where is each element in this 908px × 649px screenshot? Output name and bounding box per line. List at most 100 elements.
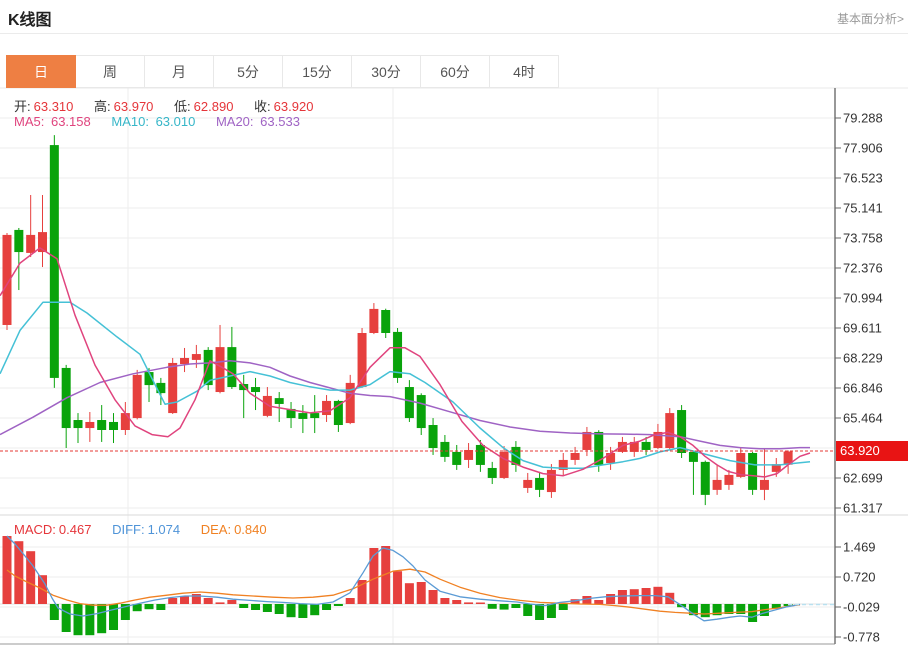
macd-hist-bar (61, 604, 71, 632)
candle-body (688, 451, 698, 462)
candle-body (369, 308, 379, 334)
macd-hist-bar (617, 590, 627, 604)
macd-hist-bar (14, 541, 24, 604)
candle-body (14, 229, 24, 253)
candle-body (132, 374, 142, 419)
macd-hist-bar (274, 604, 284, 614)
macd-hist-bar (393, 571, 403, 604)
macd-hist-bar (203, 598, 213, 604)
macd-hist-bar (97, 604, 107, 634)
macd-hist-bar (345, 598, 355, 604)
macd-tick-label: -0.029 (843, 600, 880, 615)
macd-hist-bar (404, 583, 414, 604)
macd-hist-bar (239, 604, 249, 608)
macd-tick-label: -0.778 (843, 630, 880, 645)
macd-hist-bar (606, 594, 616, 604)
price-tick-label: 75.141 (843, 201, 883, 216)
macd-hist-bar (310, 604, 320, 616)
candle-body (428, 425, 438, 449)
candle-body (546, 469, 556, 493)
macd-hist-bar (286, 604, 296, 618)
macd-hist-bar (440, 598, 450, 604)
price-tick-label: 61.317 (843, 501, 883, 516)
candle-body (487, 467, 497, 478)
macd-hist-bar (428, 590, 438, 604)
price-tick-label: 68.229 (843, 351, 883, 366)
candle-body (700, 461, 710, 495)
candle-body (665, 413, 675, 449)
candle-body (180, 357, 190, 365)
candle-body (215, 347, 225, 393)
candle-body (617, 441, 627, 452)
macd-hist-bar (322, 604, 332, 610)
macd-hist-bar (168, 598, 178, 604)
candle-body (606, 453, 616, 463)
candle-body (570, 453, 580, 460)
macd-hist-bar (109, 604, 119, 630)
macd-hist-bar (535, 604, 545, 620)
kline-chart-canvas[interactable]: 79.288 77.906 76.523 75.141 73.758 72.376 70.9… (0, 0, 908, 649)
candle-body (724, 474, 734, 485)
candle-body (191, 354, 201, 360)
current-price-tag: 63.920 (836, 441, 908, 461)
price-tick-label: 77.906 (843, 141, 883, 156)
candle-body (440, 441, 450, 457)
candle-body (748, 453, 758, 490)
macd-hist-bar (748, 604, 758, 622)
price-tick-label: 79.288 (843, 111, 883, 126)
macd-tick-label: 1.469 (843, 540, 876, 555)
macd-hist-bar (156, 604, 166, 610)
macd-hist-bar (594, 600, 604, 604)
ma10-line (0, 301, 811, 469)
candle-body (641, 441, 651, 450)
macd-hist-bar (251, 604, 261, 610)
candle-body (416, 395, 426, 429)
macd-hist-bar (180, 596, 190, 604)
macd-hist-bar (262, 604, 272, 612)
candle-body (322, 400, 332, 416)
price-tick-label: 69.611 (843, 321, 882, 336)
candle-body (475, 444, 485, 465)
candle-body (227, 347, 237, 388)
candle-body (535, 477, 545, 490)
macd-hist-bar (475, 602, 485, 604)
macd-hist-bar (629, 589, 639, 604)
price-tick-label: 65.464 (843, 411, 883, 426)
macd-hist-bar (464, 602, 474, 604)
macd-hist-bar (499, 604, 509, 610)
candle-body (168, 362, 178, 414)
price-tick-label: 73.758 (843, 231, 883, 246)
macd-hist-bar (298, 604, 308, 618)
macd-hist-bar (487, 604, 497, 609)
macd-hist-bar (700, 604, 710, 618)
price-tick-label: 66.846 (843, 381, 883, 396)
candle-body (298, 413, 308, 419)
candle-body (759, 479, 769, 490)
candle-body (712, 479, 722, 490)
candle-body (85, 421, 95, 429)
candle-body (393, 331, 403, 378)
candle-body (381, 310, 391, 334)
macd-hist-bar (511, 604, 521, 608)
ma5-line (0, 247, 811, 478)
macd-hist-bar (416, 582, 426, 604)
macd-hist-bar (73, 604, 83, 636)
candle-body (109, 421, 119, 430)
price-tick-label: 62.699 (843, 471, 883, 486)
candle-body (452, 451, 462, 465)
candle-body (499, 451, 509, 478)
candle-body (156, 382, 166, 394)
candle-body (26, 234, 36, 253)
macd-hist-bar (452, 600, 462, 604)
macd-hist-bar (558, 604, 568, 610)
macd-hist-bar (333, 604, 343, 606)
macd-hist-bar (215, 602, 225, 604)
tab-day[interactable]: 日 (6, 55, 76, 88)
candle-body (274, 398, 284, 404)
candle-body (73, 420, 83, 429)
candle-body (97, 420, 107, 430)
candle-body (677, 410, 687, 454)
candle-body (523, 479, 533, 488)
macd-hist-bar (227, 600, 237, 604)
candle-body (310, 413, 320, 419)
